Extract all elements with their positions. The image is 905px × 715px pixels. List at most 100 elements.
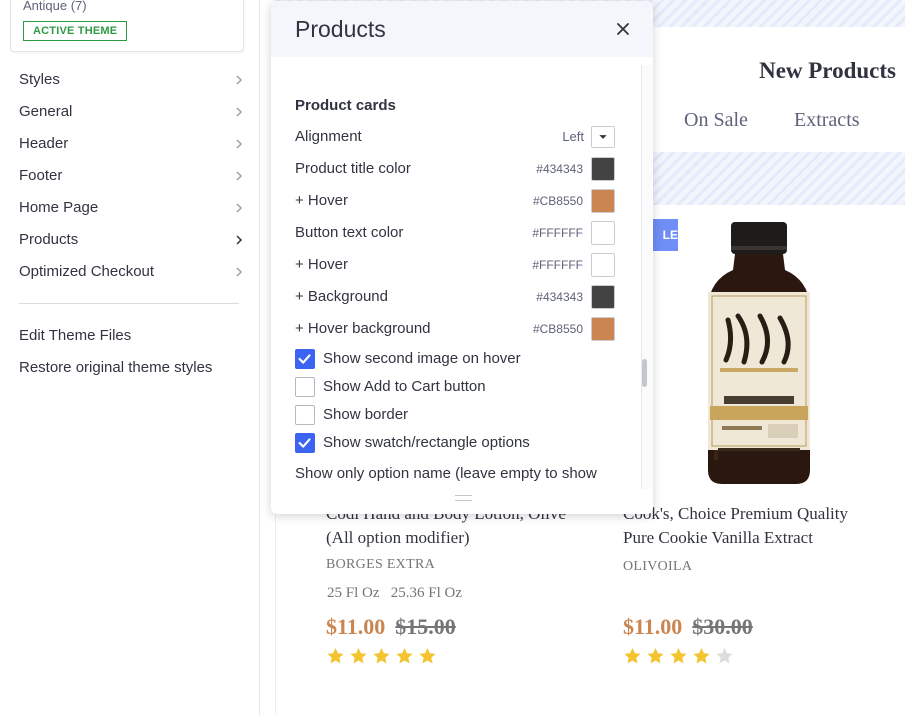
product-price: $11.00 $30.00	[623, 614, 753, 640]
product-price: $11.00 $15.00	[326, 614, 456, 640]
nav-item-label: Footer	[19, 167, 63, 184]
nav-item-label: Styles	[19, 71, 60, 88]
star-rating	[623, 647, 734, 665]
color-swatch[interactable]	[591, 253, 615, 277]
product-sizes: 25 Fl Oz 25.36 Fl Oz	[327, 585, 462, 601]
panel-scrollbar[interactable]	[641, 65, 652, 489]
nav-item-label: Home Page	[19, 199, 99, 216]
color-row-product-title: Product title color #434343	[295, 153, 615, 185]
link-label: Edit Theme Files	[19, 327, 132, 344]
close-icon[interactable]	[615, 21, 631, 37]
color-hex: #434343	[536, 290, 583, 304]
product-title[interactable]: Cook's, Choice Premium Quality Pure Cook…	[623, 502, 848, 550]
star-filled-icon	[327, 648, 344, 664]
color-label: + Hover	[295, 256, 348, 273]
nav-item-optimized-checkout[interactable]: Optimized Checkout	[0, 256, 260, 288]
checkbox-row-swatch-options: Show swatch/rectangle options	[295, 429, 595, 457]
color-swatch[interactable]	[591, 317, 615, 341]
nav-item-header[interactable]: Header	[0, 128, 260, 160]
star-filled-icon	[396, 648, 413, 664]
checkbox-row-border: Show border	[295, 401, 595, 429]
checkbox-label: Show swatch/rectangle options	[323, 434, 530, 451]
product-brand: BORGES EXTRA	[326, 557, 435, 572]
chevron-right-icon	[236, 107, 243, 117]
star-filled-icon	[647, 648, 664, 664]
product-title-line: Pure Cookie Vanilla Extract	[623, 528, 813, 547]
checkmark-icon	[298, 354, 311, 364]
color-row-title-hover: + Hover #CB8550	[295, 185, 615, 217]
active-theme-badge: ACTIVE THEME	[23, 21, 128, 41]
new-products-heading: New Products	[759, 58, 896, 83]
color-swatch[interactable]	[591, 221, 615, 245]
checkbox-second-image-hover[interactable]	[295, 349, 315, 369]
color-swatch[interactable]	[591, 285, 615, 309]
product-brand: OLIVOILA	[623, 559, 693, 574]
checkbox-swatch-options[interactable]	[295, 433, 315, 453]
chevron-right-icon	[236, 235, 243, 245]
color-hex: #CB8550	[532, 322, 583, 336]
checkbox-row-add-to-cart: Show Add to Cart button	[295, 373, 595, 401]
color-row-button-text: Button text color #FFFFFF	[295, 217, 615, 249]
color-hex: #434343	[536, 162, 583, 176]
theme-name: Antique (7)	[23, 0, 87, 13]
sale-price: $11.00	[326, 614, 386, 639]
color-label: + Hover	[295, 192, 348, 209]
color-row-button-text-hover: + Hover #FFFFFF	[295, 249, 615, 281]
color-hex: #FFFFFF	[532, 226, 583, 240]
chevron-right-icon	[236, 139, 243, 149]
star-rating	[326, 647, 437, 665]
checkbox-row-second-image: Show second image on hover	[295, 345, 595, 373]
product-title-line: (All option modifier)	[326, 528, 470, 547]
alignment-value: Left	[562, 129, 584, 144]
color-swatch[interactable]	[591, 189, 615, 213]
color-row-button-background: + Background #434343	[295, 281, 615, 313]
nav-item-general[interactable]: General	[0, 96, 260, 128]
star-filled-icon	[350, 648, 367, 664]
nav-item-label: General	[19, 103, 73, 120]
panel-title: Products	[295, 16, 386, 42]
color-swatch[interactable]	[591, 157, 615, 181]
star-filled-icon	[624, 648, 641, 664]
product-image-vanilla-bottle[interactable]	[704, 220, 814, 488]
checkbox-label: Show border	[323, 406, 409, 423]
tab-extracts[interactable]: Extracts	[794, 109, 860, 132]
original-price: $30.00	[692, 614, 753, 639]
nav-item-products[interactable]: Products	[0, 224, 260, 256]
color-label: Button text color	[295, 224, 404, 241]
original-price: $15.00	[395, 614, 456, 639]
color-label: + Hover background	[295, 320, 431, 337]
nav-item-home-page[interactable]: Home Page	[0, 192, 260, 224]
color-label: Product title color	[295, 160, 411, 177]
checkbox-show-border[interactable]	[295, 405, 315, 425]
star-filled-icon	[373, 648, 390, 664]
alignment-label: Alignment	[295, 128, 362, 145]
theme-actions: Edit Theme Files Restore original theme …	[0, 320, 260, 384]
star-filled-icon	[419, 648, 436, 664]
checkbox-add-to-cart[interactable]	[295, 377, 315, 397]
nav-item-label: Optimized Checkout	[19, 263, 155, 280]
panel-resize-handle[interactable]	[455, 495, 472, 501]
color-hex: #FFFFFF	[532, 258, 583, 272]
panel-header: Products	[271, 1, 653, 57]
edit-theme-files-link[interactable]: Edit Theme Files	[0, 320, 260, 352]
style-nav: Styles General Header Footer Home Page P…	[0, 64, 260, 288]
chevron-right-icon	[236, 75, 243, 85]
chevron-right-icon	[236, 171, 243, 181]
option-name-label: Show only option name (leave empty to sh…	[295, 465, 597, 482]
restore-theme-styles-link[interactable]: Restore original theme styles	[0, 352, 260, 384]
tab-on-sale[interactable]: On Sale	[684, 109, 748, 132]
star-filled-icon	[670, 648, 687, 664]
active-theme-card[interactable]: Antique (7) ACTIVE THEME	[10, 0, 244, 52]
panel-scrollbar-thumb[interactable]	[642, 359, 647, 387]
alignment-dropdown[interactable]	[591, 126, 615, 148]
sidebar-divider	[19, 303, 239, 304]
star-empty-icon	[716, 648, 733, 664]
caret-down-icon	[599, 135, 607, 139]
color-hex: #CB8550	[532, 194, 583, 208]
nav-item-styles[interactable]: Styles	[0, 64, 260, 96]
checkmark-icon	[298, 438, 311, 448]
star-filled-icon	[693, 648, 710, 664]
alignment-row: Alignment Left	[295, 121, 615, 153]
nav-item-footer[interactable]: Footer	[0, 160, 260, 192]
product-title-line: Cook's, Choice Premium Quality	[623, 504, 848, 523]
